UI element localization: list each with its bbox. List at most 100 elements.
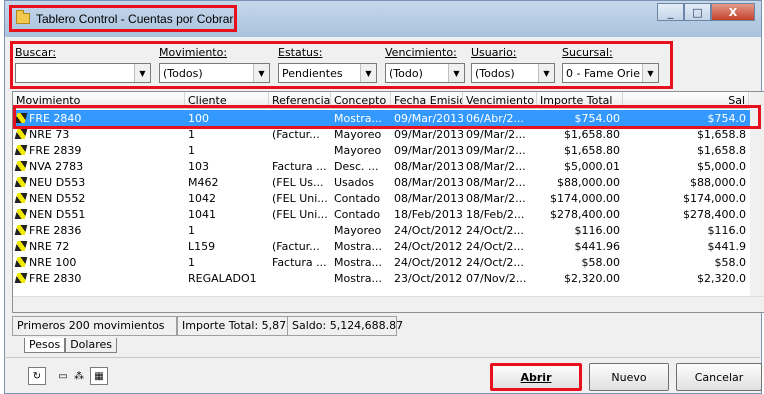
cell-balance-text: $1,658.8: [697, 144, 746, 157]
refresh-icon[interactable]: ↻: [28, 367, 46, 385]
table-row[interactable]: NRE 100 1 Factura ... Mostra... 24/Oct/2012 2…: [13, 254, 764, 271]
new-button[interactable]: Nuevo: [589, 363, 669, 391]
cell-due: 08/Mar/2...: [463, 158, 537, 175]
status-count: Primeros 200 movimientos: [12, 316, 177, 336]
cell-balance: $278,400.0: [623, 206, 749, 223]
minimize-button[interactable]: _: [657, 3, 684, 21]
cell-balance-text: $2,320.0: [697, 272, 746, 285]
cell-client: REGALADO1: [185, 270, 269, 287]
cell-reference: Factura ...: [269, 254, 331, 271]
chevron-down-icon[interactable]: ▼: [360, 64, 376, 82]
chevron-down-icon[interactable]: ▼: [253, 64, 269, 82]
chevron-down-icon[interactable]: ▼: [538, 64, 554, 82]
tab-pesos[interactable]: Pesos: [24, 338, 66, 353]
cell-reference: (Factur...: [269, 238, 331, 255]
grid-view-icon[interactable]: ▦: [90, 367, 108, 385]
cell-due-text: 08/Mar/2...: [466, 192, 526, 205]
group-icon[interactable]: ⁂: [70, 367, 88, 385]
movement-select[interactable]: (Todos) ▼: [159, 63, 270, 83]
cell-total: $58.00: [537, 254, 623, 271]
cell-client: M462: [185, 174, 269, 191]
window-controls: _ □ X: [657, 3, 755, 21]
cell-total-text: $174,000.00: [550, 192, 620, 205]
cell-issue-date: 08/Mar/2013: [391, 174, 463, 191]
maximize-button[interactable]: □: [684, 3, 711, 21]
cell-balance: $174,000.0: [623, 190, 749, 207]
table-row[interactable]: FRE 2839 1 Mayoreo 09/Mar/2013 09/Mar/2... $1…: [13, 142, 764, 159]
cell-balance: $116.0: [623, 222, 749, 239]
cell-concept-text: Contado: [334, 192, 381, 205]
cell-due-text: 08/Mar/2...: [466, 160, 526, 173]
cell-client-text: 1: [188, 144, 195, 157]
status-balance: Saldo: 5,124,688.87: [287, 316, 403, 336]
search-input[interactable]: ▼: [15, 63, 151, 83]
horizontal-scrollbar[interactable]: [13, 296, 764, 312]
cell-balance-text: $441.9: [707, 240, 747, 253]
cell-client: L159: [185, 238, 269, 255]
cell-reference-text: (FEL Us...: [272, 176, 324, 189]
chevron-down-icon[interactable]: ▼: [134, 64, 150, 82]
cell-due-text: 18/Feb/2...: [466, 208, 525, 221]
cell-client-text: L159: [188, 240, 216, 253]
title-highlight: Tablero Control - Cuentas por Cobrar: [9, 5, 237, 32]
user-select[interactable]: (Todos) ▼: [471, 63, 555, 83]
cell-reference: (FEL Uni...: [269, 190, 331, 207]
cell-total-text: $5,000.01: [564, 160, 620, 173]
cell-issue-date-text: 09/Mar/2013: [394, 144, 463, 157]
cell-client-text: 103: [188, 160, 209, 173]
cell-issue-date-text: 24/Oct/2012: [394, 256, 463, 269]
cell-total: $2,320.00: [537, 270, 623, 287]
open-button[interactable]: Abrir: [490, 363, 582, 391]
cell-issue-date-text: 09/Mar/2013: [394, 128, 463, 141]
table-row[interactable]: NVA 2783 103 Factura ... Desc. ... 08/Mar/20…: [13, 158, 764, 175]
cell-total-text: $116.00: [574, 224, 621, 237]
cell-concept: Mayoreo: [331, 142, 391, 159]
user-value: (Todos): [475, 66, 515, 80]
cell-client: 1: [185, 142, 269, 159]
search-label: Buscar:: [15, 46, 57, 59]
cell-issue-date-text: 08/Mar/2013: [394, 192, 463, 205]
cell-concept-text: Desc. ...: [334, 160, 379, 173]
cell-total-text: $88,000.00: [557, 176, 620, 189]
cell-reference: [269, 142, 331, 159]
due-select[interactable]: (Todo) ▼: [385, 63, 465, 83]
cell-concept: Mostra...: [331, 270, 391, 287]
chevron-down-icon[interactable]: ▼: [448, 64, 464, 82]
window-title: Tablero Control - Cuentas por Cobrar: [36, 11, 234, 26]
pencil-icon: [14, 225, 28, 235]
table-row[interactable]: NRE 72 L159 (Factur... Mostra... 24/Oct/2012…: [13, 238, 764, 255]
cell-movement: FRE 2839: [13, 142, 185, 159]
due-label: Vencimiento:: [385, 46, 457, 59]
filter-bar: Buscar: ▼ Movimiento: (Todos) ▼ Estatus:…: [10, 41, 673, 89]
status-select[interactable]: Pendientes ▼: [278, 63, 377, 83]
pencil-icon: [14, 145, 28, 155]
cell-due-text: 24/Oct/2...: [466, 256, 524, 269]
cell-movement-text: NRE 73: [29, 128, 70, 141]
cell-issue-date: 23/Oct/2012: [391, 270, 463, 287]
table-row[interactable]: FRE 2836 1 Mayoreo 24/Oct/2012 24/Oct/2... $1…: [13, 222, 764, 239]
branch-select[interactable]: 0 - Fame Orie ▼: [562, 63, 659, 83]
title-bar: Tablero Control - Cuentas por Cobrar _ □…: [5, 1, 761, 37]
cell-balance: $58.0: [623, 254, 749, 271]
cancel-button[interactable]: Cancelar: [676, 363, 762, 391]
table-row[interactable]: FRE 2830 REGALADO1 Mostra... 23/Oct/2012 07/…: [13, 270, 764, 287]
pencil-icon: [14, 177, 28, 187]
movement-label: Movimiento:: [159, 46, 228, 59]
table-row[interactable]: NEN D551 1041 (FEL Uni... Contado 18/Feb/201…: [13, 206, 764, 223]
chevron-down-icon[interactable]: ▼: [642, 64, 658, 82]
tab-dolares[interactable]: Dolares: [65, 338, 117, 353]
table-row[interactable]: NEU D553 M462 (FEL Us... Usados 08/Mar/2013 0…: [13, 174, 764, 191]
close-button[interactable]: X: [711, 3, 755, 21]
cell-movement-text: NEN D552: [29, 192, 86, 205]
cell-client: 1: [185, 222, 269, 239]
cell-total: $441.96: [537, 238, 623, 255]
cell-reference-text: (Factur...: [272, 128, 320, 141]
table-row[interactable]: NEN D552 1042 (FEL Uni... Contado 08/Mar/201…: [13, 190, 764, 207]
cell-concept-text: Mostra...: [334, 240, 383, 253]
pencil-icon: [14, 257, 28, 267]
cell-due: 24/Oct/2...: [463, 222, 537, 239]
cell-concept: Usados: [331, 174, 391, 191]
cell-due-text: 24/Oct/2...: [466, 224, 524, 237]
status-label: Estatus:: [278, 46, 323, 59]
cell-balance-text: $116.0: [707, 224, 747, 237]
